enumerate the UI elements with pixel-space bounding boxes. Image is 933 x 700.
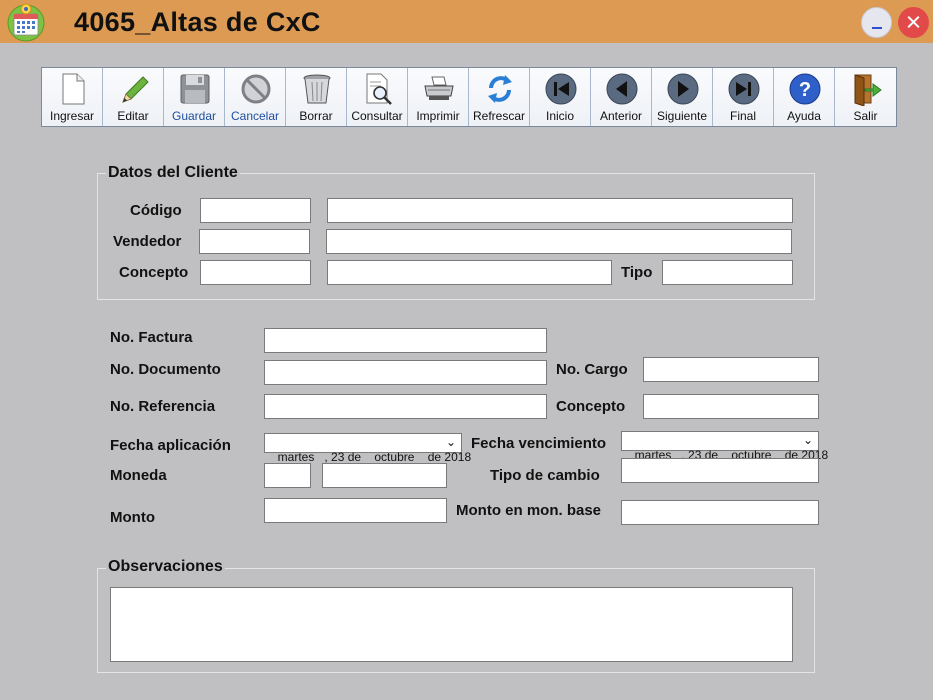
documento-concepto-field[interactable] bbox=[643, 394, 819, 419]
cancelar-button[interactable]: Cancelar bbox=[225, 68, 286, 126]
final-button[interactable]: Final bbox=[713, 68, 774, 126]
imprimir-label: Imprimir bbox=[416, 109, 460, 123]
no-documento-label: No. Documento bbox=[110, 361, 221, 378]
monto-label: Monto bbox=[110, 509, 155, 526]
vendedor-field[interactable] bbox=[199, 229, 310, 254]
editar-button[interactable]: Editar bbox=[103, 68, 164, 126]
tipo-cambio-label: Tipo de cambio bbox=[490, 467, 600, 484]
exit-door-icon bbox=[854, 74, 882, 106]
ingresar-button[interactable]: Ingresar bbox=[42, 68, 103, 126]
vendedor-label: Vendedor bbox=[113, 233, 182, 250]
no-referencia-field[interactable] bbox=[264, 394, 547, 419]
cliente-concepto-label: Concepto bbox=[119, 264, 189, 281]
no-documento-field[interactable] bbox=[264, 360, 547, 385]
fecha-aplicacion-value: martes , 23 de octubre de 2018 bbox=[277, 450, 472, 464]
tipo-label: Tipo bbox=[621, 264, 653, 281]
ayuda-button[interactable]: ? Ayuda bbox=[774, 68, 835, 126]
cliente-concepto-desc-field[interactable] bbox=[327, 260, 612, 285]
final-label: Final bbox=[729, 109, 756, 123]
observaciones-title: Observaciones bbox=[106, 558, 225, 576]
inicio-button[interactable]: Inicio bbox=[530, 68, 591, 126]
no-factura-label: No. Factura bbox=[110, 329, 193, 346]
no-referencia-label: No. Referencia bbox=[110, 398, 216, 415]
anterior-button[interactable]: Anterior bbox=[591, 68, 652, 126]
calendar-app-icon bbox=[7, 3, 45, 42]
siguiente-button[interactable]: Siguiente bbox=[652, 68, 713, 126]
consultar-label: Consultar bbox=[351, 109, 403, 123]
chevron-down-icon: ⌄ bbox=[802, 433, 813, 447]
codigo-label: Código bbox=[130, 202, 182, 219]
moneda-label: Moneda bbox=[110, 467, 167, 484]
svg-text:?: ? bbox=[799, 79, 811, 101]
borrar-button[interactable]: Borrar bbox=[286, 68, 347, 126]
save-disk-icon bbox=[180, 74, 210, 104]
moneda-desc-field[interactable] bbox=[322, 463, 447, 488]
refresh-icon bbox=[488, 75, 512, 103]
codigo-field[interactable] bbox=[200, 198, 311, 223]
trash-bin-icon bbox=[303, 74, 331, 104]
refrescar-label: Refrescar bbox=[472, 109, 525, 123]
guardar-label: Guardar bbox=[171, 109, 217, 123]
monto-field[interactable] bbox=[264, 498, 447, 523]
salir-label: Salir bbox=[853, 109, 878, 123]
cliente-concepto-field[interactable] bbox=[200, 260, 311, 285]
anterior-label: Anterior bbox=[599, 109, 643, 123]
imprimir-button[interactable]: Imprimir bbox=[408, 68, 469, 126]
first-record-icon bbox=[545, 73, 577, 105]
salir-button[interactable]: Salir bbox=[835, 68, 896, 126]
no-cargo-field[interactable] bbox=[643, 357, 819, 382]
minimize-button[interactable] bbox=[861, 7, 892, 38]
observaciones-textarea[interactable] bbox=[110, 587, 793, 662]
datos-cliente-title: Datos del Cliente bbox=[106, 164, 240, 182]
cancel-icon bbox=[241, 74, 271, 104]
no-cargo-label: No. Cargo bbox=[556, 361, 628, 378]
moneda-code-field[interactable] bbox=[264, 463, 311, 488]
monto-base-label: Monto en mon. base bbox=[456, 502, 602, 519]
close-button[interactable] bbox=[898, 7, 929, 38]
tipo-cambio-field[interactable] bbox=[621, 458, 819, 483]
window-title: 4065_Altas de CxC bbox=[74, 7, 321, 37]
documento-concepto-label: Concepto bbox=[556, 398, 626, 415]
ingresar-label: Ingresar bbox=[49, 109, 95, 123]
next-record-icon bbox=[667, 73, 699, 105]
consultar-button[interactable]: Consultar bbox=[347, 68, 408, 126]
fecha-vencimiento-label: Fecha vencimiento bbox=[471, 435, 607, 452]
printer-icon bbox=[424, 76, 454, 100]
fecha-aplicacion-picker[interactable]: martes , 23 de octubre de 2018 ⌄ bbox=[264, 433, 471, 464]
title-bar: 4065_Altas de CxC bbox=[0, 0, 933, 43]
previous-record-icon bbox=[606, 73, 638, 105]
toolbar: Ingresar Editar Guardar Cancelar Borrar … bbox=[41, 67, 897, 127]
ayuda-label: Ayuda bbox=[787, 109, 821, 123]
tipo-field[interactable] bbox=[662, 260, 793, 285]
help-icon: ? bbox=[789, 73, 821, 105]
fecha-aplicacion-label: Fecha aplicación bbox=[110, 437, 231, 454]
no-factura-field[interactable] bbox=[264, 328, 547, 353]
search-document-icon bbox=[366, 73, 392, 105]
new-document-icon bbox=[62, 73, 85, 105]
cancelar-label: Cancelar bbox=[230, 109, 280, 123]
inicio-label: Inicio bbox=[545, 109, 574, 123]
editar-label: Editar bbox=[117, 109, 149, 123]
siguiente-label: Siguiente bbox=[656, 109, 708, 123]
codigo-nombre-field[interactable] bbox=[327, 198, 793, 223]
vendedor-nombre-field[interactable] bbox=[326, 229, 792, 254]
pencil-icon bbox=[122, 76, 149, 103]
last-record-icon bbox=[728, 73, 760, 105]
refrescar-button[interactable]: Refrescar bbox=[469, 68, 530, 126]
borrar-label: Borrar bbox=[299, 109, 333, 123]
chevron-down-icon: ⌄ bbox=[445, 435, 456, 449]
monto-base-field[interactable] bbox=[621, 500, 819, 525]
guardar-button[interactable]: Guardar bbox=[164, 68, 225, 126]
fecha-vencimiento-picker[interactable]: martes , 23 de octubre de 2018 ⌄ bbox=[621, 431, 828, 462]
